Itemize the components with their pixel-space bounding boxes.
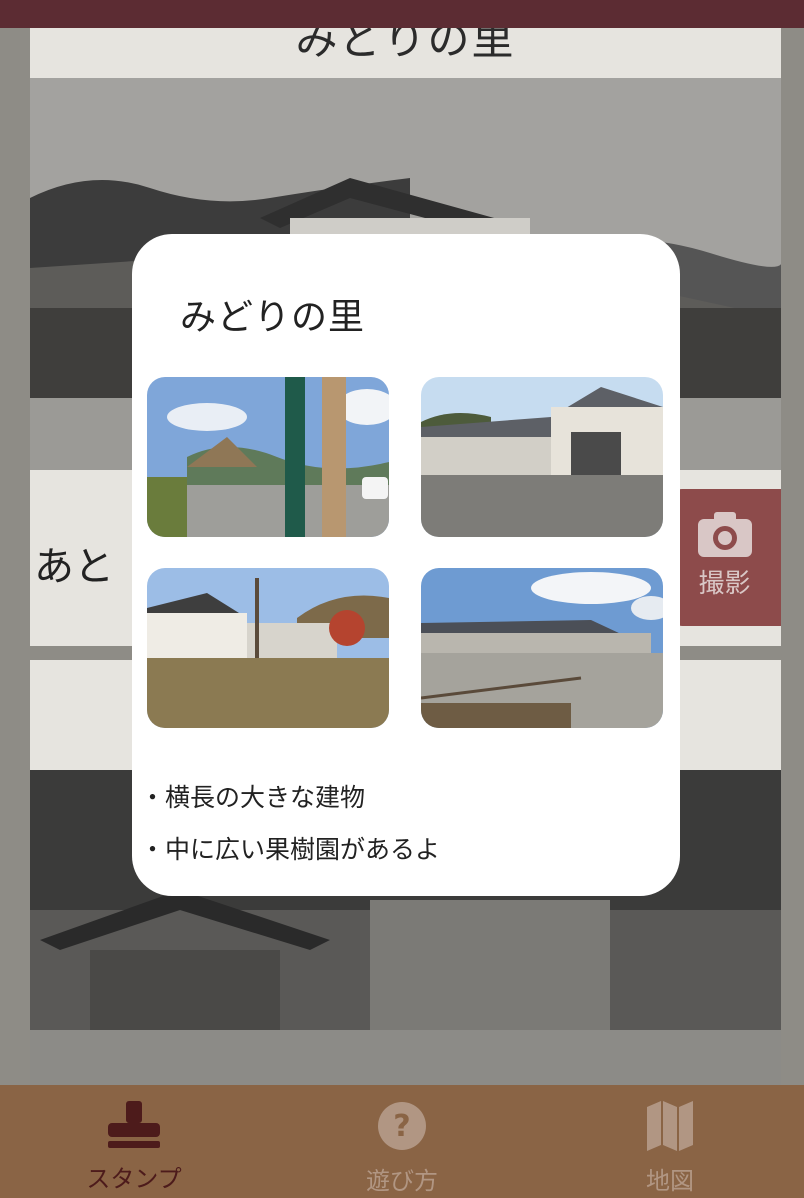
nav-label-stamp: スタンプ [86, 1165, 182, 1193]
camera-button[interactable]: 撮影 [668, 489, 781, 626]
stamp-icon [108, 1101, 160, 1148]
camera-button-label: 撮影 [698, 569, 751, 599]
map-icon [647, 1101, 693, 1151]
nav-item-stamp[interactable]: スタンプ [0, 1085, 268, 1198]
bullet-orchard: ・中に広い果樹園があるよ [140, 835, 441, 864]
thumbnail-sign-post[interactable] [147, 377, 389, 537]
spot-detail-modal[interactable]: みどりの里 ・横長の大きな建物 ・中に広い果樹園があるよ [132, 234, 680, 896]
nav-item-map[interactable]: 地図 [536, 1085, 804, 1198]
thumbnail-building-tree[interactable] [147, 568, 389, 728]
thumbnail-building-front[interactable] [421, 377, 663, 537]
question-icon: ? [378, 1102, 426, 1150]
nav-item-howto[interactable]: ? 遊び方 [268, 1085, 536, 1198]
svg-text:?: ? [393, 1109, 410, 1144]
bullet-building: ・横長の大きな建物 [140, 783, 366, 812]
thumbnail-parking-lot[interactable] [421, 568, 663, 728]
remaining-text: あと [34, 544, 114, 590]
modal-title: みどりの里 [180, 297, 366, 338]
status-bar [0, 0, 804, 28]
nav-label-map: 地図 [646, 1167, 694, 1195]
camera-icon [697, 512, 752, 557]
bottom-nav: スタンプ ? 遊び方 地図 [0, 1085, 804, 1198]
nav-label-howto: 遊び方 [366, 1167, 438, 1195]
